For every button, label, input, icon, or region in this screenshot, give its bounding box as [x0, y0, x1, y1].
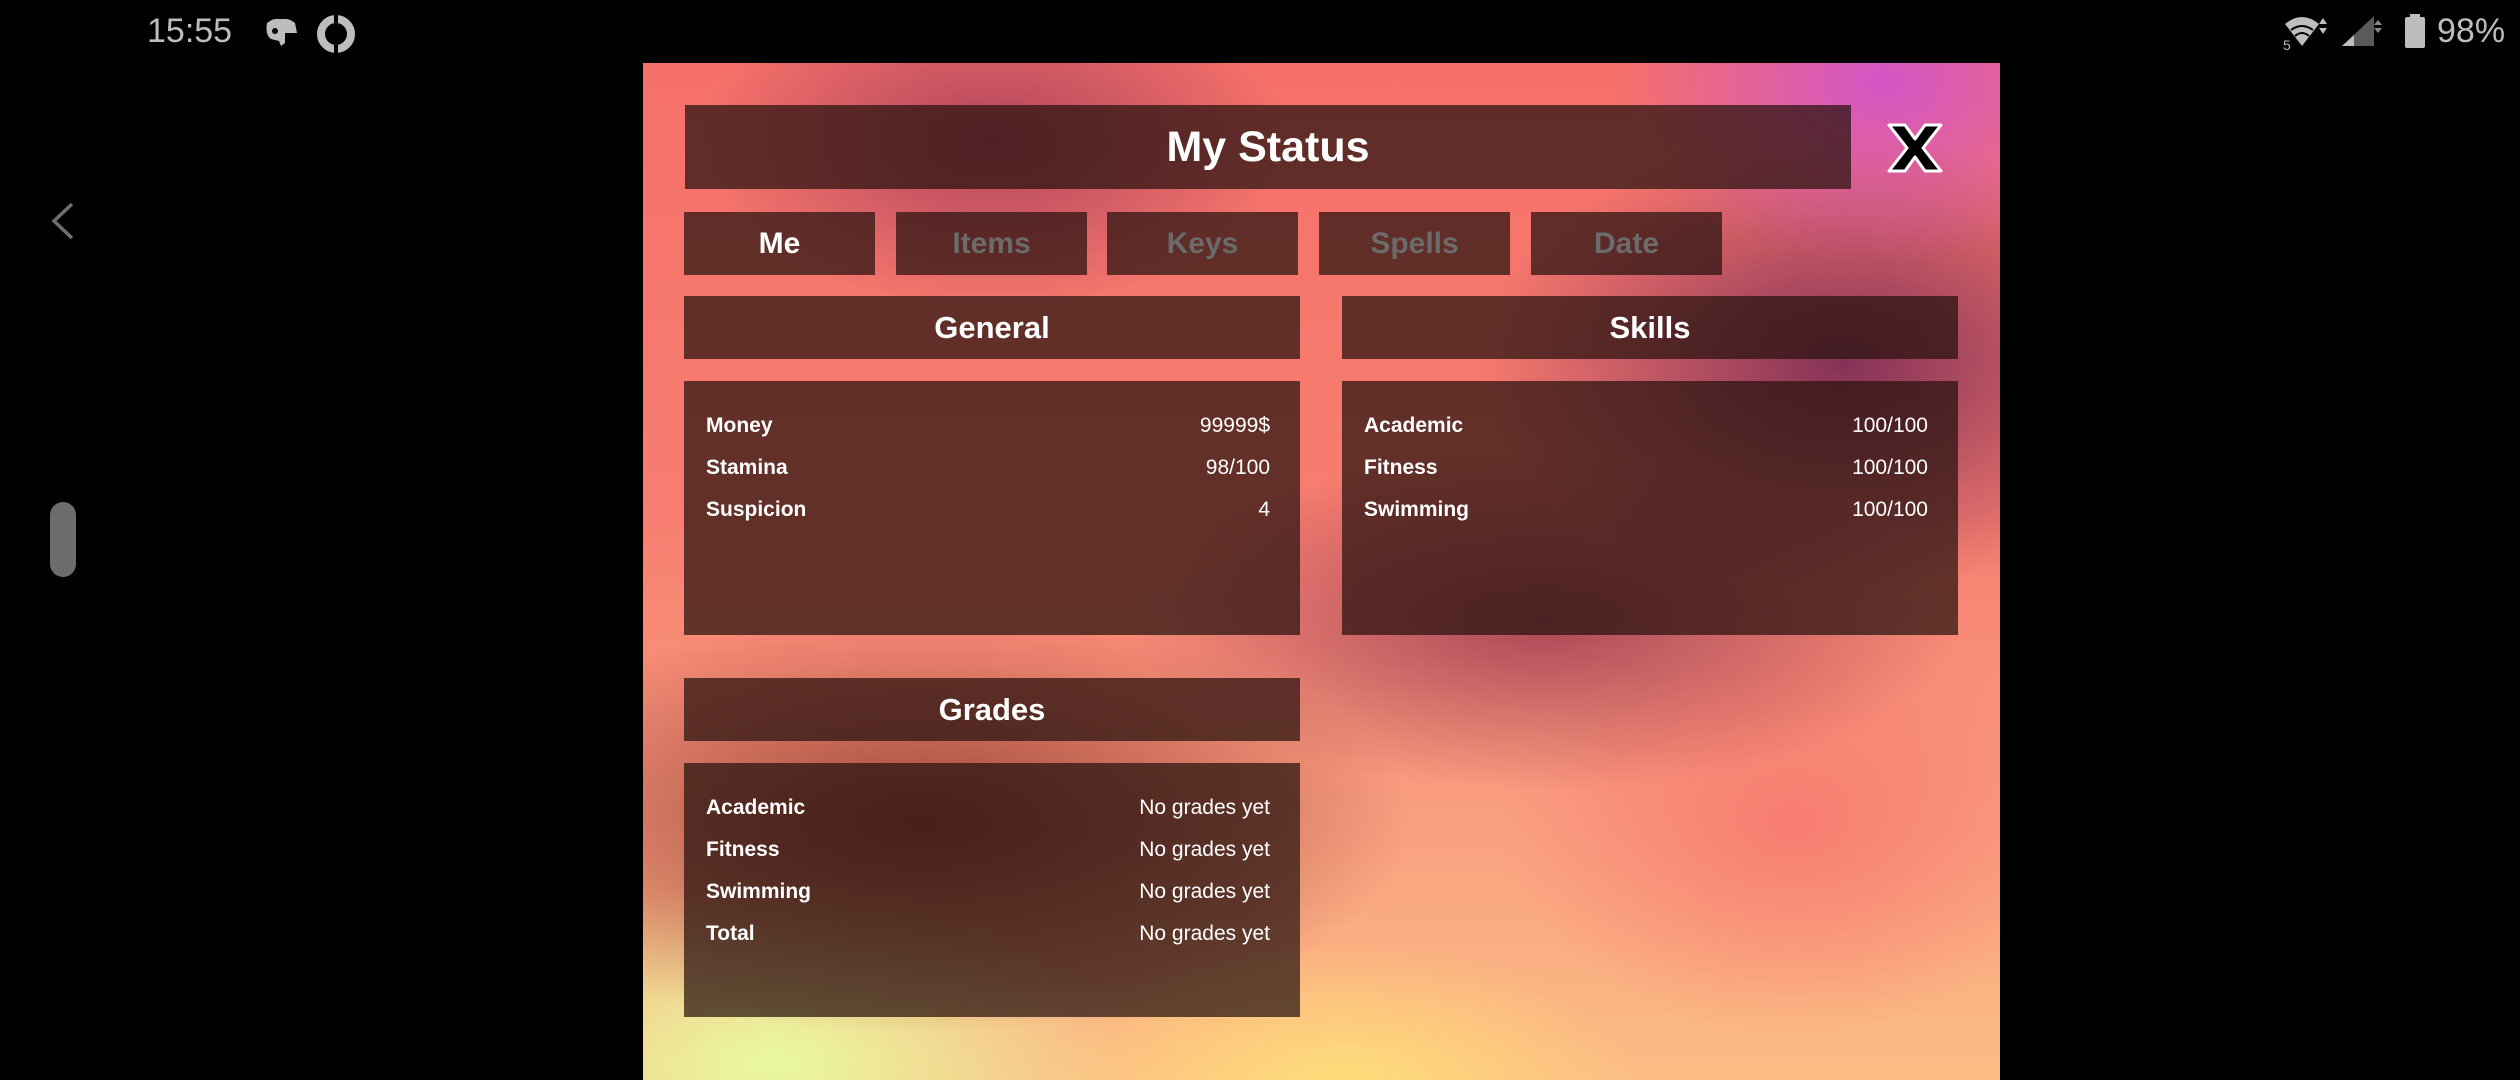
- wifi-5-icon: 5: [2283, 17, 2327, 50]
- tab-date[interactable]: Date: [1531, 212, 1722, 275]
- tab-keys[interactable]: Keys: [1107, 212, 1298, 275]
- grade-row-total: Total No grades yet: [706, 913, 1270, 955]
- stat-row-suspicion: Suspicion 4: [706, 489, 1270, 531]
- grade-row-swimming: Swimming No grades yet: [706, 871, 1270, 913]
- stat-value: 99999$: [1199, 414, 1270, 437]
- general-header: General: [684, 296, 1300, 359]
- cell-signal-icon: [2342, 16, 2382, 46]
- grade-label: Fitness: [706, 838, 780, 861]
- general-panel: Money 99999$ Stamina 98/100 Suspicion 4: [684, 381, 1300, 635]
- tab-spells[interactable]: Spells: [1319, 212, 1510, 275]
- side-panel-handle[interactable]: [50, 502, 76, 577]
- skill-label: Fitness: [1364, 456, 1438, 479]
- status-time: 15:55: [147, 12, 233, 50]
- discord-icon: [266, 18, 297, 46]
- stat-value: 4: [1258, 498, 1270, 521]
- skill-value: 100/100: [1852, 498, 1928, 521]
- page-title: My Status: [1166, 122, 1370, 171]
- grade-value: No grades yet: [1139, 922, 1270, 945]
- grades-header: Grades: [684, 678, 1300, 741]
- svg-text:5: 5: [2283, 37, 2291, 50]
- battery-percent: 98%: [2437, 12, 2506, 50]
- skill-label: Swimming: [1364, 498, 1470, 521]
- stat-row-stamina: Stamina 98/100: [706, 447, 1270, 489]
- grade-value: No grades yet: [1139, 838, 1270, 861]
- skill-label: Academic: [1364, 414, 1464, 437]
- stat-label: Suspicion: [706, 498, 807, 521]
- close-icon[interactable]: [1883, 121, 1947, 175]
- grade-row-academic: Academic No grades yet: [706, 787, 1270, 829]
- stat-row-money: Money 99999$: [706, 405, 1270, 447]
- skills-panel: Academic 100/100 Fitness 100/100 Swimmin…: [1342, 381, 1958, 635]
- title-bar: My Status: [685, 105, 1851, 189]
- skill-row-swimming: Swimming 100/100: [1364, 489, 1928, 531]
- stat-label: Stamina: [706, 456, 788, 479]
- stat-label: Money: [706, 414, 773, 437]
- skill-value: 100/100: [1852, 414, 1928, 437]
- sync-circle-icon: [317, 14, 355, 54]
- grade-row-fitness: Fitness No grades yet: [706, 829, 1270, 871]
- battery-icon: [2405, 14, 2425, 48]
- grade-label: Total: [706, 922, 755, 945]
- skill-row-academic: Academic 100/100: [1364, 405, 1928, 447]
- grade-value: No grades yet: [1139, 880, 1270, 903]
- skills-header: Skills: [1342, 296, 1958, 359]
- skill-row-fitness: Fitness 100/100: [1364, 447, 1928, 489]
- tab-me[interactable]: Me: [684, 212, 875, 275]
- skill-value: 100/100: [1852, 456, 1928, 479]
- grades-panel: Academic No grades yet Fitness No grades…: [684, 763, 1300, 1017]
- game-viewport: My Status Me Items Keys Spells Date Gene…: [643, 63, 2000, 1080]
- back-chevron-icon[interactable]: [50, 200, 76, 242]
- stat-value: 98/100: [1205, 456, 1270, 479]
- tab-items[interactable]: Items: [896, 212, 1087, 275]
- grade-value: No grades yet: [1139, 796, 1270, 819]
- grade-label: Academic: [706, 796, 806, 819]
- grade-label: Swimming: [706, 880, 812, 903]
